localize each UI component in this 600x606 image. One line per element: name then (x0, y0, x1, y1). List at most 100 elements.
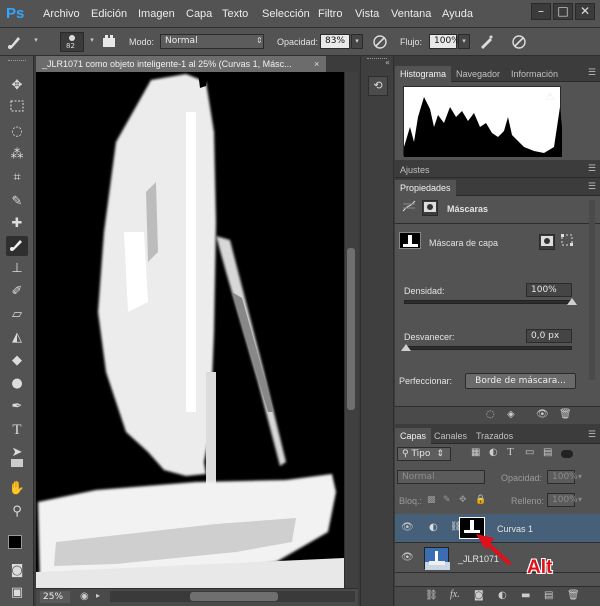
move-tool-icon[interactable]: ✥ (6, 76, 28, 96)
add-mask-icon[interactable]: ◙ (474, 590, 484, 601)
tab-informacion[interactable]: Información (506, 66, 563, 82)
type-tool-icon[interactable]: T (6, 420, 28, 440)
menu-imagen[interactable]: Imagen (138, 8, 175, 20)
delete-mask-icon[interactable]: 🗑 (559, 409, 572, 420)
menu-filtro[interactable]: Filtro (318, 8, 342, 20)
feather-input[interactable]: 0,0 px (526, 329, 572, 343)
crop-tool-icon[interactable]: ⌗ (6, 168, 28, 188)
marquee-tool-icon[interactable] (6, 99, 28, 119)
new-layer-icon[interactable]: ▤ (544, 590, 553, 601)
feather-slider-track[interactable] (404, 346, 572, 350)
tablet-pressure-opacity-icon[interactable] (371, 33, 389, 51)
status-arrow-icon[interactable]: ▸ (96, 591, 100, 600)
layer-visibility-eye-icon[interactable]: 👁 (401, 552, 414, 564)
panel-menu-icon[interactable]: ☰ (588, 68, 596, 78)
document-tab[interactable]: _JLR1071 como objeto inteligente-1 al 25… (36, 56, 326, 72)
filter-toggle[interactable] (561, 450, 573, 458)
tab-histogram[interactable]: Histograma (395, 66, 452, 82)
menu-edicion[interactable]: Edición (91, 8, 127, 20)
mask-edge-button[interactable]: Borde de máscara... (465, 373, 576, 389)
vertical-scroll-thumb[interactable] (347, 248, 355, 410)
properties-scrollbar[interactable] (589, 200, 595, 380)
menu-ayuda[interactable]: Ayuda (442, 8, 473, 20)
new-adjustment-icon[interactable]: ◐ (498, 590, 507, 601)
tab-navegador[interactable]: Navegador (451, 66, 505, 82)
filter-type-icon[interactable]: T (507, 446, 514, 458)
apply-mask-icon[interactable]: ◈ (507, 409, 515, 420)
dodge-tool-icon[interactable]: ● (6, 374, 28, 394)
brush-preset-picker[interactable]: 82 (60, 32, 84, 52)
healing-brush-tool-icon[interactable]: ✚ (6, 214, 28, 234)
filter-smart-object-icon[interactable]: ▤ (543, 447, 552, 458)
menu-ventana[interactable]: Ventana (391, 8, 431, 20)
history-panel-icon[interactable]: ⟲ (368, 76, 388, 96)
foreground-color-swatch[interactable] (8, 535, 22, 549)
lock-transparency-icon[interactable]: ▩ (427, 495, 436, 505)
lock-all-icon[interactable]: 🔒 (475, 495, 486, 505)
flow-dropdown-icon[interactable]: ▾ (458, 34, 470, 49)
fill-input[interactable]: 100% (547, 493, 578, 507)
doc-info-icon[interactable]: ◉ (80, 591, 89, 602)
hand-tool-icon[interactable]: ✋ (6, 479, 28, 499)
feather-slider-knob[interactable] (401, 344, 411, 351)
filter-pixel-icon[interactable]: ▦ (471, 447, 480, 458)
add-pixel-mask-icon[interactable] (539, 234, 555, 250)
tab-capas[interactable]: Capas (395, 428, 432, 444)
minimize-button[interactable]: – (531, 3, 551, 20)
horizontal-scroll-thumb[interactable] (190, 592, 278, 601)
layer-visibility-eye-icon[interactable]: 👁 (401, 522, 414, 534)
tool-preset-dropdown-icon[interactable]: ▾ (30, 34, 42, 49)
lock-pixels-icon[interactable]: ✎ (443, 495, 451, 505)
density-slider-knob[interactable] (567, 298, 577, 305)
panel-menu-icon[interactable]: ☰ (588, 430, 596, 440)
blur-tool-icon[interactable]: ◆ (6, 351, 28, 371)
maximize-button[interactable]: □ (553, 3, 573, 20)
load-selection-icon[interactable]: ◌ (486, 409, 495, 420)
tab-trazados[interactable]: Trazados (471, 428, 518, 444)
brush-tool-icon[interactable] (6, 33, 24, 51)
tab-canales[interactable]: Canales (429, 428, 472, 444)
clone-stamp-tool-icon[interactable]: ⊥ (6, 259, 28, 279)
lasso-tool-icon[interactable]: ◌ (6, 122, 28, 142)
tablet-pressure-size-icon[interactable] (510, 33, 528, 51)
menu-seleccion[interactable]: Selección (262, 8, 310, 20)
dock-collapse-icon[interactable]: « (385, 58, 390, 67)
pen-tool-icon[interactable]: ✒ (6, 397, 28, 417)
close-tab-icon[interactable]: × (314, 56, 319, 72)
density-slider-track[interactable] (404, 300, 572, 304)
brush-panel-toggle-icon[interactable] (100, 33, 118, 51)
layer-style-fx-icon[interactable]: fx. (450, 589, 460, 600)
warning-icon[interactable]: ⚠ (545, 90, 555, 103)
flow-input[interactable]: 100% (429, 34, 460, 49)
new-group-icon[interactable]: ▬ (521, 590, 530, 601)
brush-picker-arrow-icon[interactable]: ▾ (86, 34, 98, 49)
mode-select[interactable]: Normal (160, 34, 264, 49)
tab-ajustes[interactable]: Ajustes (395, 162, 435, 178)
screen-mode-icon[interactable]: ▣ (6, 583, 28, 603)
menu-texto[interactable]: Texto (222, 8, 248, 20)
quick-mask-icon[interactable]: ◙ (6, 561, 28, 581)
zoom-level-field[interactable]: 25% (40, 591, 70, 603)
tab-propiedades[interactable]: Propiedades (395, 180, 456, 196)
menu-archivo[interactable]: Archivo (43, 8, 80, 20)
zoom-tool-icon[interactable]: ⚲ (6, 502, 28, 522)
delete-layer-icon[interactable]: 🗑 (567, 590, 580, 601)
panel-menu-icon[interactable]: ☰ (588, 164, 596, 174)
add-vector-mask-icon[interactable] (559, 234, 575, 250)
density-input[interactable]: 100% (526, 283, 572, 297)
magic-wand-tool-icon[interactable]: ⁂ (6, 145, 28, 165)
panel-menu-icon[interactable]: ☰ (588, 182, 596, 192)
lock-position-icon[interactable]: ✥ (459, 495, 467, 505)
blend-mode-select[interactable]: Normal (397, 470, 485, 484)
link-layers-icon[interactable]: ⛓ (425, 590, 438, 601)
history-brush-tool-icon[interactable]: ✐ (6, 282, 28, 302)
menu-capa[interactable]: Capa (186, 8, 212, 20)
close-button[interactable]: ✕ (575, 3, 595, 20)
eyedropper-tool-icon[interactable]: ✎ (6, 192, 28, 212)
opacity-dropdown-icon[interactable]: ▾ (351, 34, 363, 49)
brush-tool-icon[interactable] (6, 236, 28, 256)
paint-bucket-tool-icon[interactable]: ◭ (6, 328, 28, 348)
document-canvas[interactable] (36, 72, 344, 588)
filter-adjustment-icon[interactable]: ◐ (489, 447, 498, 458)
mask-thumbnail[interactable] (399, 232, 421, 249)
